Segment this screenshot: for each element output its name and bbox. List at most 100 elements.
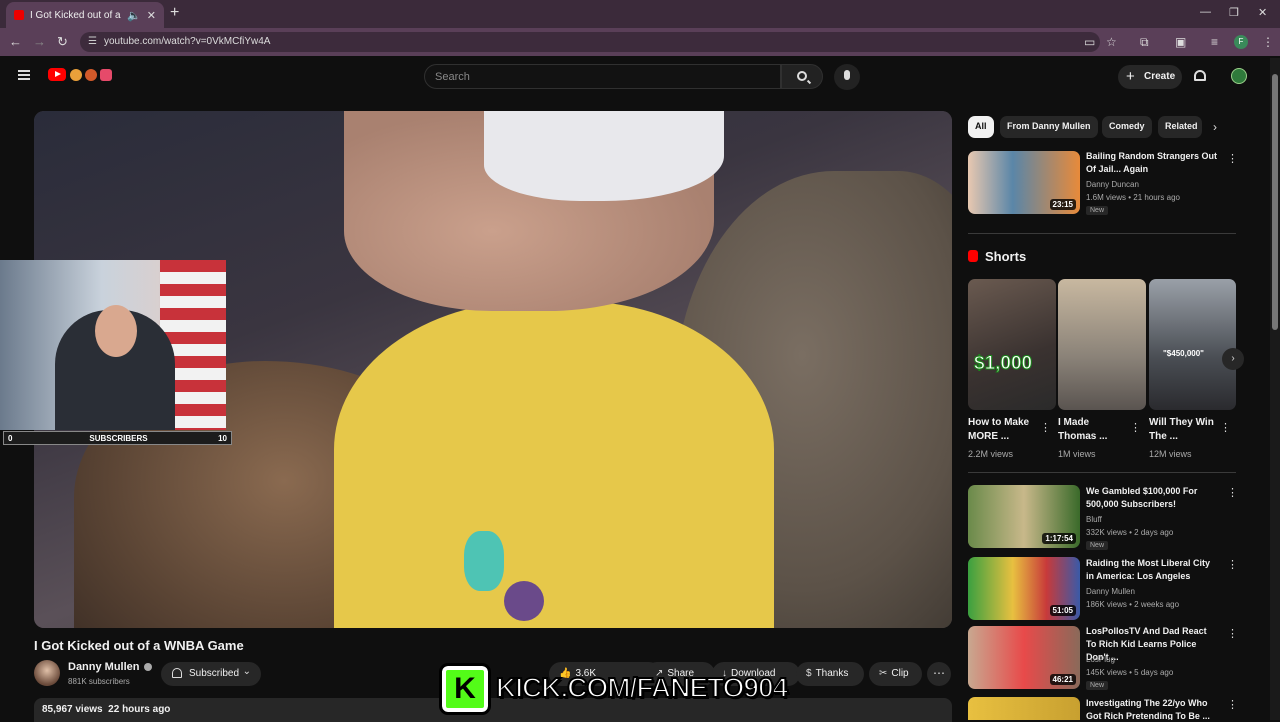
recommended-meta: 1.6M views • 21 hours ago bbox=[1086, 193, 1180, 202]
chip-from-channel[interactable]: From Danny Mullen bbox=[1000, 116, 1098, 138]
chip-related[interactable]: Related bbox=[1158, 116, 1202, 138]
back-icon[interactable]: ← bbox=[9, 34, 22, 49]
recommended-title[interactable]: We Gambled $100,000 For 500,000 Subscrib… bbox=[1086, 485, 1218, 511]
youtube-favicon-icon bbox=[14, 10, 24, 20]
create-button[interactable]: + Create bbox=[1118, 65, 1182, 89]
video-duration: 23:15 bbox=[1049, 199, 1076, 210]
video-duration: 1:17:54 bbox=[1042, 533, 1076, 544]
view-count: 85,967 views bbox=[42, 704, 103, 715]
short-title[interactable]: How to Make MORE ... bbox=[968, 416, 1040, 444]
recommended-thumbnail[interactable] bbox=[968, 697, 1080, 720]
speaker-icon[interactable]: 🔈 bbox=[127, 9, 141, 22]
recommended-thumbnail[interactable]: 51:05 bbox=[968, 557, 1080, 620]
new-tab-icon[interactable]: + bbox=[170, 4, 179, 22]
search-input[interactable]: Search bbox=[424, 64, 781, 89]
doodle-basketball-icon bbox=[85, 69, 97, 81]
close-tab-icon[interactable]: ✕ bbox=[147, 9, 156, 22]
search-icon bbox=[797, 71, 807, 81]
notifications-bell-icon[interactable] bbox=[1194, 70, 1206, 81]
more-options-icon[interactable]: ⋮ bbox=[1040, 421, 1051, 434]
recommended-thumbnail[interactable]: 1:17:54 bbox=[968, 485, 1080, 548]
new-badge: New bbox=[1086, 206, 1109, 215]
sub-goal-label: SUBSCRIBERS bbox=[89, 434, 148, 443]
short-title[interactable]: Will They Win The ... bbox=[1149, 416, 1221, 444]
video-duration: 46:21 bbox=[1049, 674, 1076, 685]
minimize-icon[interactable]: — bbox=[1200, 6, 1211, 18]
forward-icon[interactable]: → bbox=[33, 34, 46, 49]
youtube-logo[interactable] bbox=[48, 68, 66, 81]
browser-menu-icon[interactable]: ⋮ bbox=[1262, 35, 1274, 49]
short-title[interactable]: I Made Thomas ... bbox=[1058, 416, 1130, 444]
thanks-label: Thanks bbox=[815, 668, 849, 679]
more-options-icon[interactable]: ⋮ bbox=[1220, 421, 1231, 434]
shorts-heading: Shorts bbox=[968, 249, 1026, 264]
verified-icon bbox=[143, 663, 152, 672]
more-options-icon[interactable]: ⋮ bbox=[1227, 486, 1238, 499]
short-thumbnail[interactable]: "$450,000" bbox=[1149, 279, 1236, 410]
recommended-title[interactable]: Investigating The 22/yo Who Got Rich Pre… bbox=[1086, 697, 1218, 720]
recommended-title[interactable]: Bailing Random Strangers Out Of Jail... … bbox=[1086, 150, 1218, 176]
shorts-next-arrow-icon[interactable]: › bbox=[1222, 348, 1244, 370]
chip-comedy[interactable]: Comedy bbox=[1102, 116, 1152, 138]
more-options-icon[interactable]: ⋮ bbox=[1227, 558, 1238, 571]
short-thumbnail[interactable]: $1,000 bbox=[968, 279, 1056, 410]
streamer-head bbox=[95, 305, 137, 357]
recommended-channel[interactable]: Danny Duncan bbox=[1086, 178, 1139, 191]
short-thumbnail[interactable] bbox=[1058, 279, 1146, 410]
new-badge: New bbox=[1086, 681, 1109, 690]
recommended-meta: 145K views • 5 days ago bbox=[1086, 668, 1174, 677]
voice-search-mic-icon[interactable] bbox=[834, 64, 860, 90]
video-frame-shirt-print-2 bbox=[504, 581, 544, 621]
clip-button[interactable]: ✂ Clip bbox=[869, 662, 922, 686]
profile-avatar[interactable]: F bbox=[1234, 35, 1248, 49]
account-avatar[interactable] bbox=[1231, 68, 1247, 84]
upload-date: 22 hours ago bbox=[108, 704, 171, 715]
recommended-thumbnail[interactable]: 46:21 bbox=[968, 626, 1080, 689]
video-frame-shirt-print bbox=[464, 531, 504, 591]
more-options-icon[interactable]: ⋮ bbox=[1130, 421, 1141, 434]
short-views: 1M views bbox=[1058, 449, 1096, 459]
more-options-icon[interactable]: ⋮ bbox=[1227, 152, 1238, 165]
recommended-channel[interactable]: Danny Mullen bbox=[1086, 585, 1135, 598]
extensions-icon[interactable]: ⧉ bbox=[1140, 35, 1149, 50]
address-bar[interactable]: ☰ youtube.com/watch?v=0VkMCfiYw4A bbox=[80, 32, 1100, 52]
recommended-channel[interactable]: Bluff bbox=[1086, 513, 1102, 526]
page-scrollbar[interactable] bbox=[1270, 58, 1280, 720]
restore-icon[interactable]: ❐ bbox=[1229, 6, 1239, 19]
url-text: youtube.com/watch?v=0VkMCfiYw4A bbox=[104, 36, 271, 47]
bookmark-star-icon[interactable]: ☆ bbox=[1106, 35, 1117, 49]
sidebar-icon[interactable]: ▣ bbox=[1175, 35, 1186, 49]
webcam-overlay bbox=[0, 260, 226, 430]
recommended-channel[interactable]: LosPlug bbox=[1086, 653, 1115, 666]
channel-name-text[interactable]: Danny Mullen bbox=[68, 661, 140, 673]
more-actions-icon[interactable]: ⋯ bbox=[927, 662, 951, 686]
clip-label: Clip bbox=[891, 668, 909, 679]
browser-toolbar: ← → ↻ ☰ youtube.com/watch?v=0VkMCfiYw4A … bbox=[0, 28, 1280, 56]
scrollbar-thumb[interactable] bbox=[1272, 74, 1278, 330]
browser-tabbar: I Got Kicked out of a WNBA Game 🔈 ✕ + — … bbox=[0, 0, 1280, 28]
doodle-ball-icon bbox=[70, 69, 82, 81]
recommended-meta: 186K views • 2 weeks ago bbox=[1086, 600, 1180, 609]
chip-all[interactable]: All bbox=[968, 116, 994, 138]
video-frame-yellow-shirt bbox=[334, 301, 774, 628]
short-overlay-text: "$450,000" bbox=[1163, 349, 1204, 358]
browser-tab[interactable]: I Got Kicked out of a WNBA Game 🔈 ✕ bbox=[6, 2, 164, 28]
hamburger-menu-icon[interactable] bbox=[18, 70, 30, 80]
short-views: 2.2M views bbox=[968, 449, 1014, 459]
recommended-title[interactable]: Raiding the Most Liberal City in America… bbox=[1086, 557, 1218, 583]
more-options-icon[interactable]: ⋮ bbox=[1227, 698, 1238, 711]
channel-avatar[interactable] bbox=[34, 660, 60, 686]
site-info-icon[interactable]: ☰ bbox=[88, 36, 97, 47]
sub-goal-end: 10 bbox=[218, 434, 227, 443]
cast-icon[interactable]: ▭ bbox=[1084, 35, 1095, 49]
channel-name[interactable]: Danny Mullen bbox=[68, 661, 152, 673]
window-close-icon[interactable]: ✕ bbox=[1258, 6, 1267, 19]
reload-icon[interactable]: ↻ bbox=[57, 34, 68, 50]
recommended-thumbnail[interactable]: 23:15 bbox=[968, 151, 1080, 214]
subscribed-button[interactable]: Subscribed ⌄ bbox=[161, 662, 261, 686]
more-options-icon[interactable]: ⋮ bbox=[1227, 627, 1238, 640]
chips-next-chevron-icon[interactable]: › bbox=[1213, 120, 1217, 134]
recommended-meta: 332K views • 2 days ago bbox=[1086, 528, 1174, 537]
search-button[interactable] bbox=[781, 64, 823, 89]
media-queue-icon[interactable]: ≡ bbox=[1211, 35, 1218, 49]
